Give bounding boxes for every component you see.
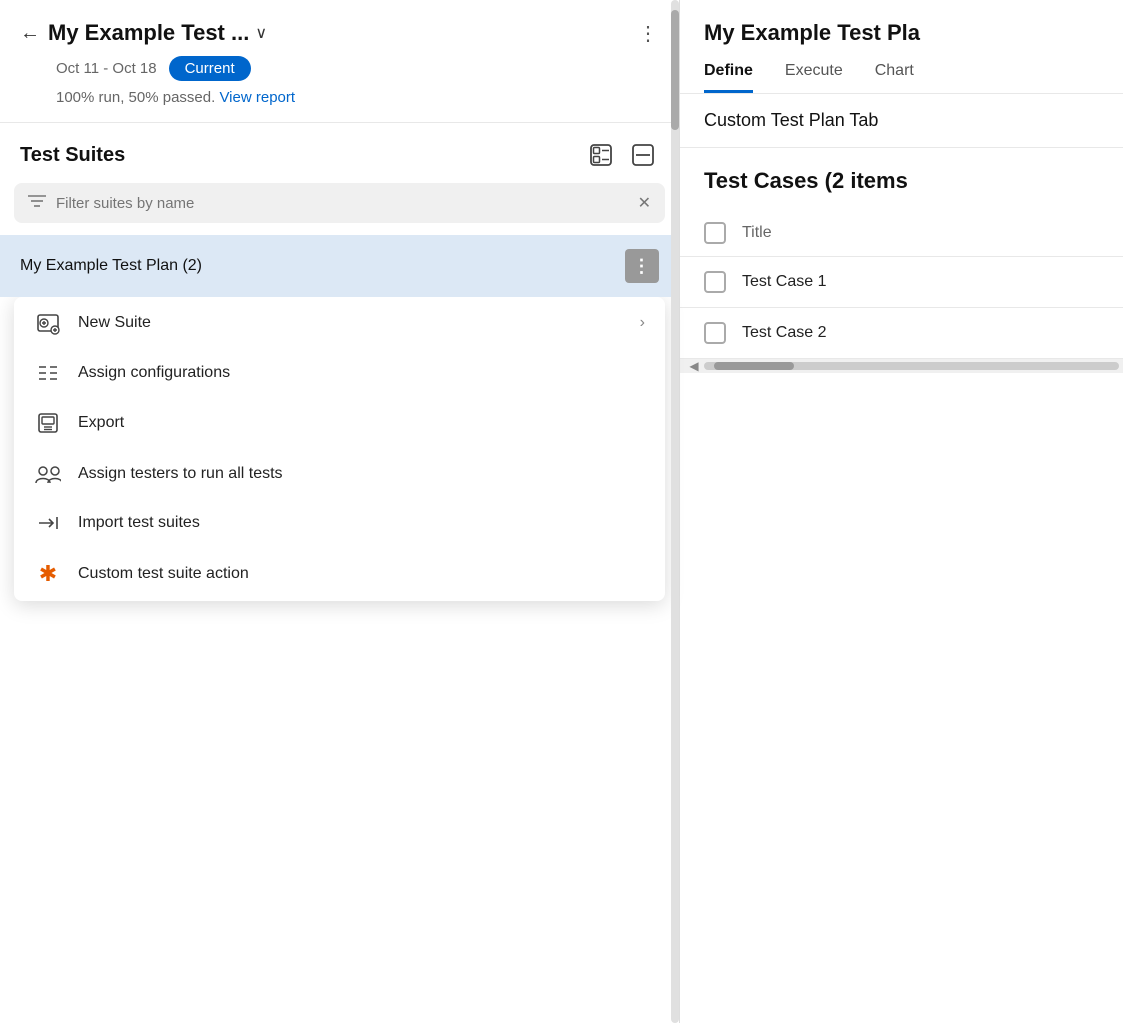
menu-label-export: Export xyxy=(78,414,645,432)
menu-label-assign-testers: Assign testers to run all tests xyxy=(78,465,645,483)
test-case-1-checkbox[interactable] xyxy=(704,271,726,293)
test-case-2-name: Test Case 2 xyxy=(742,324,826,342)
export-icon xyxy=(34,411,62,435)
title-row: My Example Test ... ∨ xyxy=(48,20,630,46)
custom-action-icon: ✱ xyxy=(34,561,62,587)
horizontal-scrollbar[interactable]: ◀ xyxy=(680,359,1123,373)
clear-filter-button[interactable]: ✕ xyxy=(638,193,651,213)
hscrollbar-left-arrow[interactable]: ◀ xyxy=(684,359,704,373)
menu-arrow-new-suite: › xyxy=(640,314,645,332)
header-section: ← My Example Test ... ∨ ⋮ Oct 11 - Oct 1… xyxy=(0,0,679,123)
current-badge: Current xyxy=(169,56,251,81)
collapse-all-button[interactable] xyxy=(627,139,659,171)
expand-all-button[interactable] xyxy=(585,139,617,171)
assign-testers-icon xyxy=(34,463,62,485)
filter-container: ✕ xyxy=(14,183,665,223)
suites-header: Test Suites xyxy=(0,123,679,183)
menu-label-custom-action: Custom test suite action xyxy=(78,565,645,583)
filter-input[interactable] xyxy=(56,195,628,212)
right-panel-title: My Example Test Pla xyxy=(704,20,1099,46)
custom-tab-text: Custom Test Plan Tab xyxy=(704,110,878,130)
tab-chart[interactable]: Chart xyxy=(875,62,914,93)
filter-icon xyxy=(28,194,46,213)
stats-text: 100% run, 50% passed. xyxy=(56,89,215,106)
chevron-down-icon[interactable]: ∨ xyxy=(255,23,267,43)
suite-more-button[interactable]: ⋮ xyxy=(625,249,659,283)
date-current-row: Oct 11 - Oct 18 Current xyxy=(56,56,659,81)
title-column-header: Title xyxy=(742,224,772,242)
menu-item-import[interactable]: Import test suites xyxy=(14,499,665,547)
test-case-row-1[interactable]: Test Case 1 xyxy=(680,257,1123,308)
menu-item-export[interactable]: Export xyxy=(14,397,665,449)
context-menu: New Suite › Assign configurations xyxy=(14,297,665,601)
menu-item-custom-action[interactable]: ✱ Custom test suite action xyxy=(14,547,665,601)
menu-label-new-suite: New Suite xyxy=(78,314,624,332)
tab-define[interactable]: Define xyxy=(704,62,753,93)
view-report-link[interactable]: View report xyxy=(219,89,295,106)
test-case-1-name: Test Case 1 xyxy=(742,273,826,291)
test-case-2-checkbox[interactable] xyxy=(704,322,726,344)
plan-title: My Example Test ... xyxy=(48,20,249,46)
test-case-row-2[interactable]: Test Case 2 xyxy=(680,308,1123,359)
import-icon xyxy=(34,513,62,533)
menu-item-assign-testers[interactable]: Assign testers to run all tests xyxy=(14,449,665,499)
menu-label-import: Import test suites xyxy=(78,514,645,532)
menu-item-assign-configurations[interactable]: Assign configurations xyxy=(14,349,665,397)
menu-label-assign-configurations: Assign configurations xyxy=(78,364,645,382)
assign-config-icon xyxy=(34,363,62,383)
plan-more-button[interactable]: ⋮ xyxy=(638,21,659,46)
new-suite-icon xyxy=(34,311,62,335)
scrollbar-thumb xyxy=(671,10,679,130)
select-all-checkbox[interactable] xyxy=(704,222,726,244)
left-panel: ← My Example Test ... ∨ ⋮ Oct 11 - Oct 1… xyxy=(0,0,680,1023)
custom-tab-section: Custom Test Plan Tab xyxy=(680,94,1123,148)
tabs-row: Define Execute Chart xyxy=(704,62,1099,93)
menu-item-new-suite[interactable]: New Suite › xyxy=(14,297,665,349)
test-cases-section: Test Cases (2 items Title Test Case 1 Te… xyxy=(680,148,1123,1023)
hscrollbar-track xyxy=(704,362,1119,370)
vertical-scrollbar[interactable] xyxy=(671,0,679,1023)
suites-title: Test Suites xyxy=(20,144,575,167)
stats-row: 100% run, 50% passed. View report xyxy=(56,89,659,106)
header-top: ← My Example Test ... ∨ ⋮ xyxy=(20,20,659,46)
hscrollbar-thumb xyxy=(714,362,794,370)
back-button[interactable]: ← xyxy=(20,23,40,43)
date-range: Oct 11 - Oct 18 xyxy=(56,60,157,77)
test-cases-title-row: Title xyxy=(680,210,1123,257)
right-panel: My Example Test Pla Define Execute Chart… xyxy=(680,0,1123,1023)
test-cases-header: Test Cases (2 items xyxy=(680,148,1123,210)
tab-execute[interactable]: Execute xyxy=(785,62,843,93)
right-header: My Example Test Pla Define Execute Chart xyxy=(680,0,1123,94)
suite-item[interactable]: My Example Test Plan (2) ⋮ xyxy=(0,235,679,297)
suite-label: My Example Test Plan (2) xyxy=(20,257,625,275)
